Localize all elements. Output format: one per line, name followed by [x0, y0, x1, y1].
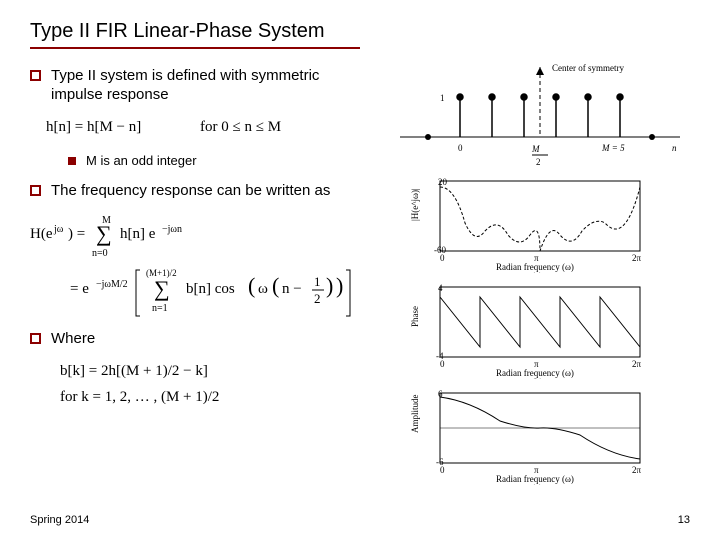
bullet-square-icon: [68, 157, 76, 165]
svg-text:6: 6: [438, 389, 443, 399]
bullet-3-text: Where: [51, 330, 95, 349]
svg-text:−jωn: −jωn: [162, 224, 182, 235]
formula-text: h[n] = h[M − n]: [46, 119, 141, 135]
svg-text:H(e: H(e: [30, 226, 53, 242]
svg-text:M: M: [531, 144, 540, 154]
svg-text:(: (: [248, 273, 255, 298]
bullet-1: Type II system is defined with symmetric…: [30, 67, 372, 105]
svg-text:1: 1: [314, 274, 321, 289]
content-row: Type II system is defined with symmetric…: [30, 67, 690, 485]
svg-text:): ): [326, 273, 333, 298]
chart-phase: Phase 4 -4 0 π 2π Radian frequency (ω) (…: [410, 279, 660, 379]
svg-text:2π: 2π: [632, 253, 642, 263]
svg-text:2π: 2π: [632, 359, 642, 369]
impulse-y1: 1: [440, 93, 445, 103]
svg-text:): ): [336, 273, 343, 298]
bullet-1-sub-text: M is an odd integer: [86, 153, 197, 168]
sym-label: Center of symmetry: [552, 63, 624, 73]
formula-bk: b[k] = 2h[(M + 1)/2 − k] for k = 1, 2, ……: [30, 357, 372, 413]
bullet-2: The frequency response can be written as: [30, 182, 372, 201]
bullet-1-text: Type II system is defined with symmetric…: [51, 67, 372, 105]
svg-text:n=1: n=1: [152, 303, 168, 314]
bullet-box-icon: [30, 70, 41, 81]
page-number: 13: [678, 514, 690, 526]
svg-text:for k = 1, 2, … , (M + 1)/2: for k = 1, 2, … , (M + 1)/2: [60, 389, 219, 405]
svg-text:0: 0: [440, 359, 445, 369]
svg-text:2π: 2π: [632, 465, 642, 475]
svg-text:|H(e^jω)|: |H(e^jω)|: [410, 188, 420, 221]
svg-text:(c): (c): [532, 483, 542, 485]
svg-text:0: 0: [440, 253, 445, 263]
formula-freq-response: H(e jω ) = M ∑ n=0 h[n] e −jωn = e −jωM/…: [30, 208, 372, 328]
impulse-response-diagram: Center of symmetry 1 0 M 2 M =: [390, 57, 690, 167]
footer-text: Spring 2014: [30, 514, 89, 526]
impulse-xm: M = 5: [601, 143, 625, 153]
svg-text:(b): (b): [532, 377, 543, 379]
svg-text:b[k] = 2h[(M + 1)/2 − k]: b[k] = 2h[(M + 1)/2 − k]: [60, 363, 208, 379]
svg-text:n −: n −: [282, 281, 302, 297]
svg-text:(a): (a): [532, 271, 542, 273]
svg-text:h[n] e: h[n] e: [120, 226, 156, 242]
svg-text:ω: ω: [258, 281, 268, 297]
svg-text:0: 0: [440, 465, 445, 475]
bullet-box-icon: [30, 333, 41, 344]
svg-text:∑: ∑: [96, 221, 112, 246]
formula-symmetry: h[n] = h[M − n] for 0 ≤ n ≤ M: [30, 113, 372, 143]
svg-text:∑: ∑: [154, 276, 170, 301]
bullet-box-icon: [30, 185, 41, 196]
impulse-xn: n: [672, 143, 677, 153]
title-underline: [30, 47, 360, 49]
svg-text:= e: = e: [70, 281, 89, 297]
svg-text:20: 20: [438, 177, 448, 187]
svg-text:) =: ) =: [68, 226, 85, 242]
left-column: Type II system is defined with symmetric…: [30, 67, 372, 485]
impulse-x0: 0: [458, 143, 463, 153]
svg-text:jω: jω: [53, 224, 64, 235]
bullet-1-sub: M is an odd integer: [68, 153, 372, 168]
svg-text:2: 2: [314, 291, 321, 306]
svg-text:b[n] cos: b[n] cos: [186, 281, 235, 297]
chart-amplitude: Amplitude 6 -6 0 π 2π Radian frequency (…: [410, 385, 660, 485]
bullet-2-text: The frequency response can be written as: [51, 182, 330, 201]
svg-text:2: 2: [536, 157, 541, 167]
chart-magnitude: |H(e^jω)| 20 -60 0 π 2π Radian frequency…: [410, 173, 660, 273]
svg-text:4: 4: [438, 283, 443, 293]
svg-text:Amplitude: Amplitude: [410, 394, 420, 433]
svg-text:(: (: [272, 273, 279, 298]
right-column: Center of symmetry 1 0 M 2 M =: [390, 67, 690, 485]
slide: Type II FIR Linear-Phase System Type II …: [0, 0, 720, 540]
svg-text:Phase: Phase: [410, 306, 420, 327]
svg-text:−jωM/2: −jωM/2: [96, 279, 128, 290]
slide-title: Type II FIR Linear-Phase System: [30, 20, 690, 43]
formula-text: for 0 ≤ n ≤ M: [200, 119, 281, 135]
svg-text:n=0: n=0: [92, 248, 108, 259]
bullet-3: Where: [30, 330, 372, 349]
